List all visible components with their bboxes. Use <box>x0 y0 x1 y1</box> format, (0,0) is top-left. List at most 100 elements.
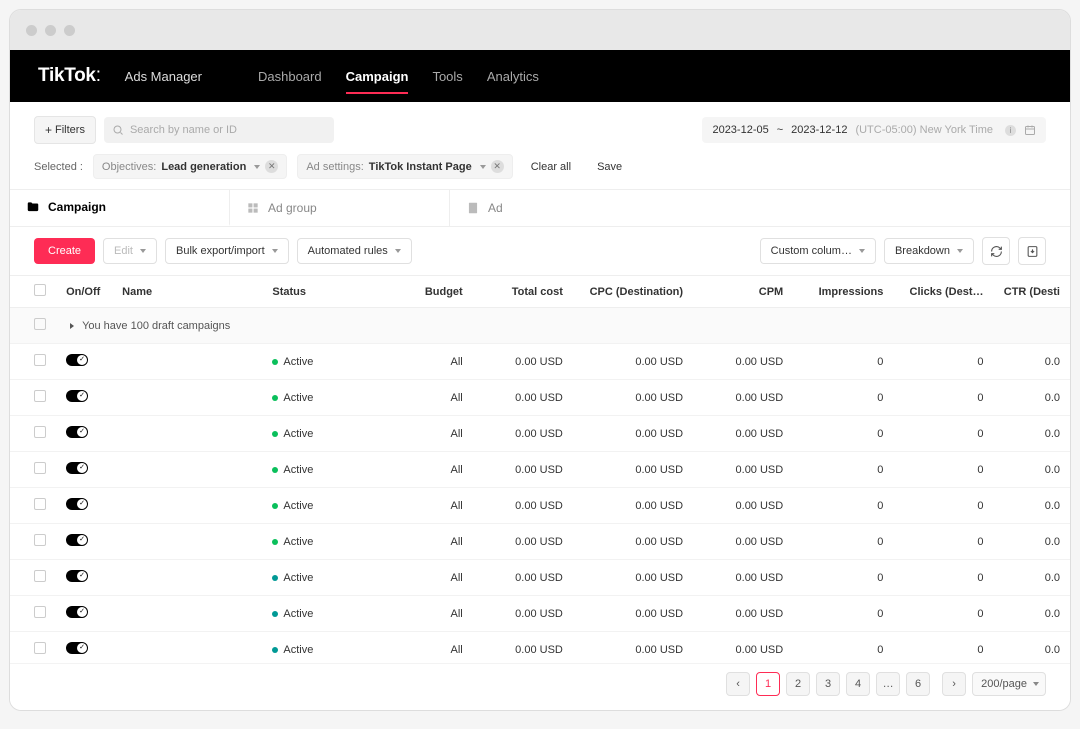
status-toggle[interactable] <box>66 534 88 546</box>
chevron-down-icon <box>957 249 963 253</box>
refresh-icon <box>990 245 1003 258</box>
status-dot-icon <box>272 395 278 401</box>
row-checkbox[interactable] <box>34 390 46 402</box>
page-button[interactable]: 1 <box>756 672 780 696</box>
brand-product: Ads Manager <box>125 69 202 84</box>
remove-chip-icon[interactable]: ✕ <box>265 160 278 173</box>
col-totalcost: Total cost <box>473 276 573 308</box>
status-dot-icon <box>272 539 278 545</box>
status-toggle[interactable] <box>66 390 88 402</box>
status-dot-icon <box>272 647 278 653</box>
page-button[interactable]: 3 <box>816 672 840 696</box>
status-text: Active <box>283 608 313 620</box>
pagination: ‹ 1234…6 › 200/page <box>10 663 1070 710</box>
row-checkbox[interactable] <box>34 318 46 330</box>
page-next-button[interactable]: › <box>942 672 966 696</box>
status-toggle[interactable] <box>66 354 88 366</box>
clear-all-button[interactable]: Clear all <box>523 156 579 178</box>
draft-banner-row[interactable]: You have 100 draft campaigns <box>10 308 1070 344</box>
refresh-button[interactable] <box>982 237 1010 265</box>
remove-chip-icon[interactable]: ✕ <box>491 160 504 173</box>
export-button[interactable] <box>1018 237 1046 265</box>
breakdown-button[interactable]: Breakdown <box>884 238 974 264</box>
table-row[interactable]: ActiveAll0.00 USD0.00 USD0.00 USD000.0 <box>10 452 1070 488</box>
row-checkbox[interactable] <box>34 570 46 582</box>
page-prev-button[interactable]: ‹ <box>726 672 750 696</box>
table-row[interactable]: ActiveAll0.00 USD0.00 USD0.00 USD000.0 <box>10 344 1070 380</box>
custom-columns-button[interactable]: Custom colum… <box>760 238 876 264</box>
status-toggle[interactable] <box>66 462 88 474</box>
chevron-down-icon <box>254 165 260 169</box>
select-all-checkbox[interactable] <box>34 284 46 296</box>
col-name: Name <box>112 276 262 308</box>
date-from: 2023-12-05 <box>712 124 768 136</box>
save-filters-button[interactable]: Save <box>589 156 630 178</box>
col-budget: Budget <box>383 276 473 308</box>
info-icon: i <box>1005 125 1016 136</box>
nav-tools[interactable]: Tools <box>432 53 462 100</box>
calendar-icon <box>1024 124 1036 136</box>
traffic-light-icon <box>64 25 75 36</box>
filter-chip-objectives[interactable]: Objectives: Lead generation ✕ <box>93 154 287 179</box>
status-toggle[interactable] <box>66 498 88 510</box>
tab-ad[interactable]: Ad <box>450 190 670 226</box>
nav-campaign[interactable]: Campaign <box>346 53 409 100</box>
page-size-select[interactable]: 200/page <box>972 672 1046 696</box>
status-dot-icon <box>272 575 278 581</box>
chevron-down-icon <box>272 249 278 253</box>
status-text: Active <box>283 392 313 404</box>
status-text: Active <box>283 644 313 656</box>
status-text: Active <box>283 428 313 440</box>
edit-button[interactable]: Edit <box>103 238 157 264</box>
col-ctr: CTR (Desti <box>994 276 1070 308</box>
status-dot-icon <box>272 359 278 365</box>
table-row[interactable]: ActiveAll0.00 USD0.00 USD0.00 USD000.0 <box>10 488 1070 524</box>
table-row[interactable]: ActiveAll0.00 USD0.00 USD0.00 USD000.0 <box>10 416 1070 452</box>
tab-campaign[interactable]: Campaign <box>10 190 230 226</box>
status-toggle[interactable] <box>66 570 88 582</box>
date-range-picker[interactable]: 2023-12-05 ~ 2023-12-12 (UTC-05:00) New … <box>702 117 1046 143</box>
page-button[interactable]: 4 <box>846 672 870 696</box>
nav-dashboard[interactable]: Dashboard <box>258 53 322 100</box>
filters-button[interactable]: +Filters <box>34 116 96 144</box>
row-checkbox[interactable] <box>34 354 46 366</box>
automated-rules-button[interactable]: Automated rules <box>297 238 412 264</box>
row-checkbox[interactable] <box>34 606 46 618</box>
table-row[interactable]: ActiveAll0.00 USD0.00 USD0.00 USD000.0 <box>10 380 1070 416</box>
window-titlebar <box>10 10 1070 50</box>
nav-analytics[interactable]: Analytics <box>487 53 539 100</box>
page-button[interactable]: 2 <box>786 672 810 696</box>
row-checkbox[interactable] <box>34 462 46 474</box>
status-dot-icon <box>272 431 278 437</box>
status-dot-icon <box>272 467 278 473</box>
status-dot-icon <box>272 503 278 509</box>
chevron-down-icon <box>859 249 865 253</box>
expand-icon <box>70 323 74 329</box>
row-checkbox[interactable] <box>34 642 46 654</box>
page-button[interactable]: 6 <box>906 672 930 696</box>
tab-adgroup[interactable]: Ad group <box>230 190 450 226</box>
table-row[interactable]: ActiveAll0.00 USD0.00 USD0.00 USD000.0 <box>10 560 1070 596</box>
brand-logo: TikTok: <box>38 65 101 87</box>
chevron-down-icon <box>140 249 146 253</box>
selected-label: Selected : <box>34 161 83 173</box>
col-impressions: Impressions <box>793 276 893 308</box>
row-checkbox[interactable] <box>34 534 46 546</box>
bulk-export-button[interactable]: Bulk export/import <box>165 238 289 264</box>
status-toggle[interactable] <box>66 426 88 438</box>
chevron-down-icon <box>480 165 486 169</box>
table-row[interactable]: ActiveAll0.00 USD0.00 USD0.00 USD000.0 <box>10 596 1070 632</box>
status-toggle[interactable] <box>66 606 88 618</box>
table-row[interactable]: ActiveAll0.00 USD0.00 USD0.00 USD000.0 <box>10 524 1070 560</box>
col-cpc: CPC (Destination) <box>573 276 693 308</box>
row-checkbox[interactable] <box>34 498 46 510</box>
search-input[interactable] <box>104 117 334 143</box>
filter-chip-adsettings[interactable]: Ad settings: TikTok Instant Page ✕ <box>297 154 512 179</box>
status-toggle[interactable] <box>66 642 88 654</box>
col-onoff: On/Off <box>56 276 112 308</box>
row-checkbox[interactable] <box>34 426 46 438</box>
create-button[interactable]: Create <box>34 238 95 264</box>
top-nav: TikTok: Ads Manager Dashboard Campaign T… <box>10 50 1070 102</box>
page-button[interactable]: … <box>876 672 900 696</box>
col-status: Status <box>262 276 382 308</box>
